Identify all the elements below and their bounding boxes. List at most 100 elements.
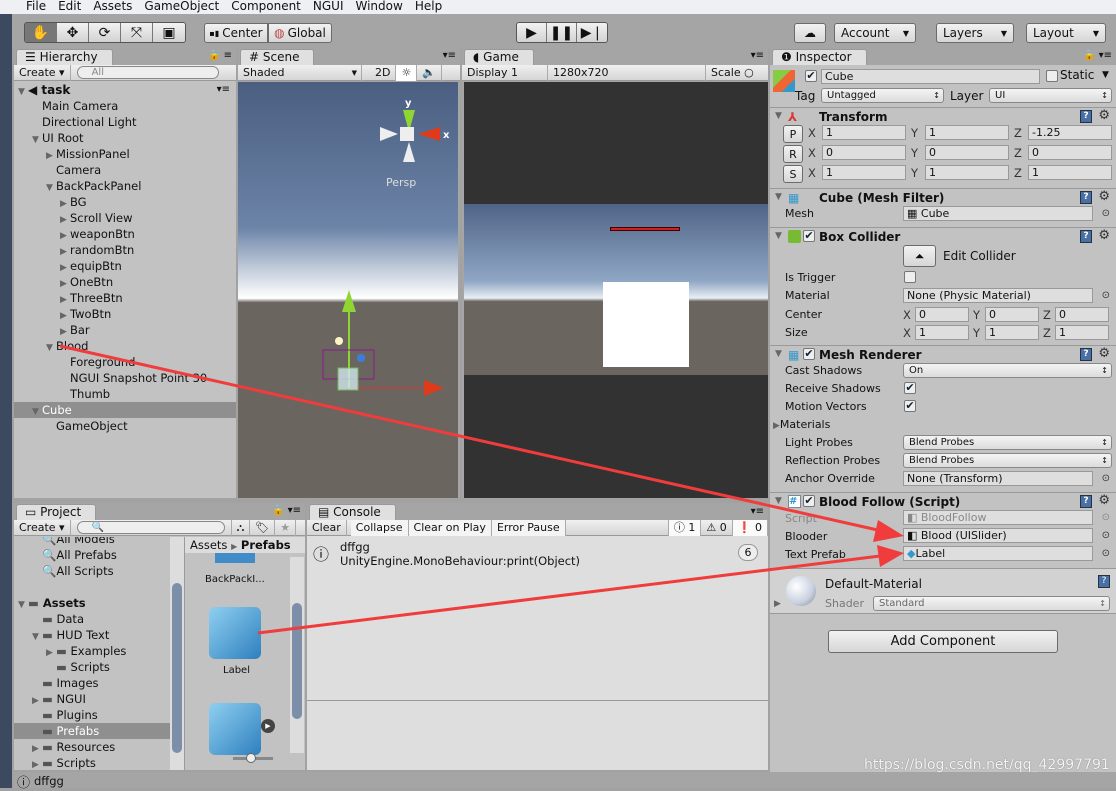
log-count-toggle[interactable]: ⓘ 1 <box>667 519 702 536</box>
menu-gameobject[interactable]: GameObject <box>138 0 225 14</box>
center-x-input[interactable]: 0 <box>915 307 969 322</box>
rect-tool-icon[interactable]: ▣ <box>153 23 185 42</box>
hierarchy-item[interactable]: ▼ Blood <box>14 338 236 354</box>
tab-inspector[interactable]: ❶ Inspector <box>772 49 867 65</box>
mesh-field[interactable]: ▦ Cube <box>903 206 1093 221</box>
transform-header[interactable]: ▼ ⅄ Transform? ⚙ <box>770 107 1116 126</box>
asset-item-prefab-icon[interactable] <box>209 703 261 755</box>
object-picker-icon[interactable]: ⊙ <box>1102 548 1110 559</box>
x-axis-cone[interactable] <box>418 127 440 141</box>
asset-item-label-icon[interactable] <box>209 607 261 659</box>
neg-x-cone[interactable] <box>380 127 398 141</box>
blood-follow-header[interactable]: ▼ # ✔ Blood Follow (Script)? ⚙ <box>770 492 1116 511</box>
project-folder[interactable]: ▬ Images <box>14 675 170 691</box>
cast-shadows-dropdown[interactable]: On <box>903 363 1112 378</box>
enabled-checkbox[interactable]: ✔ <box>803 348 815 360</box>
transform-reset-button[interactable]: S <box>783 165 803 183</box>
neg-y-cone[interactable] <box>403 142 415 162</box>
move-z-handle[interactable] <box>357 354 365 362</box>
asset-item-backpack[interactable]: BackPackI... <box>205 574 265 585</box>
panel-menu-icon[interactable]: 🔒 ▾≡ <box>272 505 301 516</box>
motion-vectors-checkbox[interactable]: ✔ <box>904 400 916 412</box>
hierarchy-item[interactable]: ▶ MissionPanel <box>14 146 236 162</box>
project-folder[interactable]: ▬ Plugins <box>14 707 170 723</box>
help-icon[interactable]: ? <box>1080 230 1092 243</box>
anchor-override-field[interactable]: None (Transform) <box>903 471 1093 486</box>
step-button[interactable]: ▶❘ <box>577 23 607 42</box>
hierarchy-item[interactable]: Camera <box>14 162 236 178</box>
light-probes-dropdown[interactable]: Blend Probes <box>903 435 1112 450</box>
scene-viewport[interactable]: y x Persp <box>238 82 458 498</box>
transform-y-input[interactable]: 0 <box>925 145 1009 160</box>
panel-menu-icon[interactable]: ▾≡ <box>751 506 764 517</box>
transform-x-input[interactable]: 1 <box>822 125 906 140</box>
gear-icon[interactable]: ⚙ <box>1098 108 1110 123</box>
box-collider-header[interactable]: ▼ ✔ Box Collider? ⚙ <box>770 227 1116 246</box>
project-folder[interactable]: ▶ ▬ Resources <box>14 739 170 755</box>
2d-toggle[interactable]: 2D <box>370 64 397 81</box>
scale-tool-icon[interactable]: ⤧ <box>121 23 153 42</box>
physic-material-field[interactable]: None (Physic Material) <box>903 288 1093 303</box>
hierarchy-item[interactable]: ▼ BackPackPanel <box>14 178 236 194</box>
move-x-handle[interactable] <box>424 380 444 396</box>
help-icon[interactable]: ? <box>1080 348 1092 361</box>
project-folder[interactable]: ▼ ▬ HUD Text <box>14 627 170 643</box>
layout-dropdown[interactable]: Layout ▼ <box>1026 23 1106 43</box>
object-picker-icon[interactable]: ⊙ <box>1102 208 1110 219</box>
enabled-checkbox[interactable]: ✔ <box>803 230 815 242</box>
tab-hierarchy[interactable]: ☰ Hierarchy <box>16 49 113 65</box>
expand-arrow-icon[interactable]: ▶ <box>32 757 42 770</box>
project-folder[interactable]: ▶ ▬ Scripts <box>14 755 170 770</box>
persp-label[interactable]: Persp <box>386 176 416 189</box>
hierarchy-item[interactable]: Directional Light <box>14 114 236 130</box>
filter-type-icon[interactable]: ⛬ <box>230 519 251 536</box>
size-x-input[interactable]: 1 <box>915 325 969 340</box>
hierarchy-item[interactable]: ▼ Cube <box>14 402 236 418</box>
size-y-input[interactable]: 1 <box>985 325 1039 340</box>
console-entry[interactable]: ⓘ dffgg UnityEngine.MonoBehaviour:print(… <box>307 537 768 571</box>
object-picker-icon[interactable]: ⊙ <box>1102 290 1110 301</box>
lighting-toggle-icon[interactable]: ☼ <box>396 64 418 81</box>
create-button[interactable]: Create ▾ <box>14 519 71 536</box>
project-folder[interactable]: ▼ ▬ Assets <box>14 595 170 611</box>
project-folder[interactable]: ▬ Prefabs <box>14 723 170 739</box>
panel-menu-icon[interactable]: ▾≡ <box>751 50 764 61</box>
favorite-star-icon[interactable]: ★ <box>275 519 297 536</box>
hierarchy-item[interactable]: ▶ Bar <box>14 322 236 338</box>
hierarchy-item[interactable]: ▶ randomBtn <box>14 242 236 258</box>
resolution-dropdown[interactable]: 1280x720 <box>548 64 706 81</box>
is-trigger-checkbox[interactable] <box>904 271 916 283</box>
panel-menu-icon[interactable]: ▾≡ <box>443 50 456 61</box>
hierarchy-item[interactable]: ▶ ThreeBtn <box>14 290 236 306</box>
object-picker-icon[interactable]: ⊙ <box>1102 473 1110 484</box>
display-dropdown[interactable]: Display 1 <box>462 64 548 81</box>
help-icon[interactable]: ? <box>1098 575 1110 588</box>
breadcrumb-prefabs[interactable]: Prefabs <box>241 538 291 552</box>
menu-edit[interactable]: Edit <box>52 0 87 14</box>
grid-scrollbar[interactable] <box>290 557 304 753</box>
edit-collider-button[interactable]: ⏶ <box>903 245 936 267</box>
tag-dropdown[interactable]: Untagged <box>821 88 944 103</box>
pivot-center-button[interactable]: ▪▮ Center <box>204 23 268 43</box>
static-checkbox[interactable] <box>1046 70 1058 82</box>
transform-x-input[interactable]: 1 <box>822 165 906 180</box>
rotate-tool-icon[interactable]: ⟳ <box>89 23 121 42</box>
error-pause-toggle[interactable]: Error Pause <box>491 519 566 536</box>
panel-menu-icon[interactable]: 🔒 ≡ <box>208 50 232 61</box>
move-y-handle[interactable] <box>342 290 356 312</box>
view-cube-center[interactable] <box>400 127 414 141</box>
favorite-item[interactable]: 🔍All Models <box>14 537 170 547</box>
menu-file[interactable]: File <box>20 0 52 14</box>
create-button[interactable]: Create ▾ <box>14 64 71 81</box>
play-button[interactable]: ▶ <box>517 23 547 42</box>
shading-dropdown[interactable]: Shaded ▼ <box>238 64 362 81</box>
transform-z-input[interactable]: -1.25 <box>1028 125 1112 140</box>
project-folder[interactable]: ▶ ▬ Examples <box>14 643 170 659</box>
gear-icon[interactable]: ⚙ <box>1098 346 1110 361</box>
hierarchy-item[interactable]: Thumb <box>14 386 236 402</box>
cloud-button[interactable]: ☁ <box>794 23 826 43</box>
scene-root[interactable]: ▼ ◀ task ▾≡ <box>14 82 236 98</box>
transform-x-input[interactable]: 0 <box>822 145 906 160</box>
menu-component[interactable]: Component <box>225 0 307 14</box>
mesh-filter-header[interactable]: ▼ ▦ Cube (Mesh Filter)? ⚙ <box>770 188 1116 207</box>
